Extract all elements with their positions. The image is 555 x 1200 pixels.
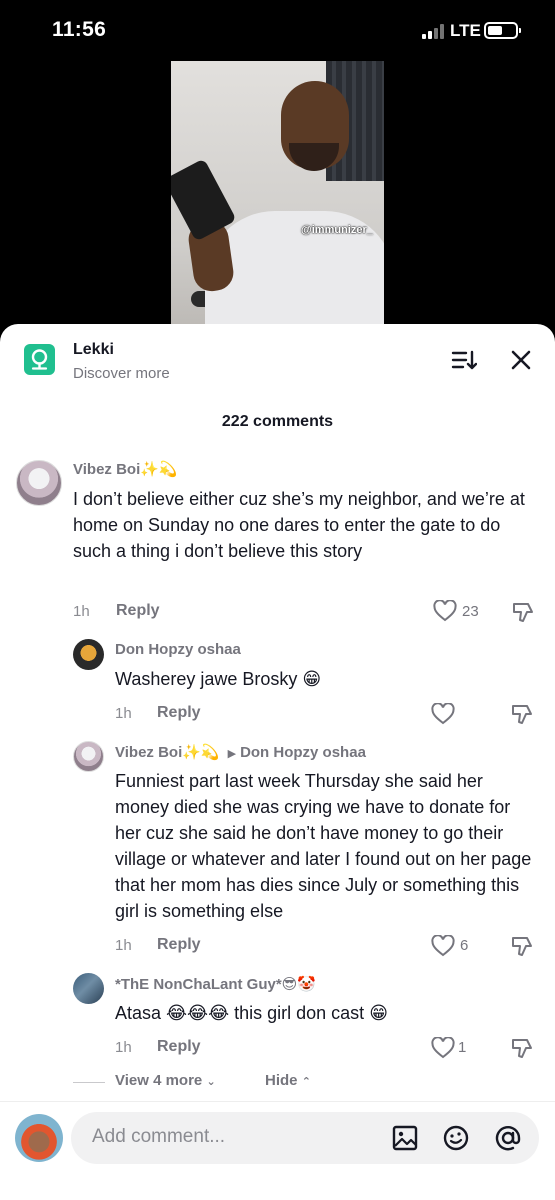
comments-count: 222 comments (221, 413, 334, 430)
dislike-icon[interactable] (510, 934, 534, 958)
reply-text: Washerey jawe Brosky 😁 (115, 669, 322, 689)
reply-header: Vibez Boi✨💫 ▶ Don Hopzy oshaa (115, 743, 366, 761)
avatar[interactable] (15, 1114, 63, 1162)
avatar[interactable] (73, 639, 104, 670)
reply-text: Atasa 😂😂😂 this girl don cast 😁 (115, 1003, 388, 1023)
location-pin-icon[interactable] (24, 344, 55, 375)
comment-text: I don’t believe either cuz she’s my neig… (73, 489, 525, 561)
dislike-icon[interactable] (510, 1036, 534, 1060)
sort-icon[interactable] (451, 349, 477, 371)
reply-to-author[interactable]: Don Hopzy oshaa (240, 744, 366, 761)
location-title[interactable]: Lekki (73, 341, 114, 359)
video-watermark: @immunizer_ (301, 224, 373, 236)
video-thumbnail[interactable]: @immunizer_ (171, 61, 384, 325)
reply-time: 1h (115, 705, 132, 722)
location-subtitle[interactable]: Discover more (73, 365, 170, 382)
close-icon[interactable] (510, 349, 532, 371)
avatar[interactable] (73, 973, 104, 1004)
avatar[interactable] (16, 460, 62, 506)
thread-divider (73, 1082, 105, 1083)
comment-input-placeholder[interactable]: Add comment... (92, 1126, 225, 1148)
reply-button[interactable]: Reply (157, 704, 201, 722)
network-type: LTE (450, 21, 481, 40)
like-heart-icon[interactable] (431, 935, 455, 957)
reply-time: 1h (115, 1039, 132, 1056)
status-bar: 11:56 LTE (0, 0, 555, 60)
signal-icon (422, 24, 446, 39)
like-heart-icon[interactable] (431, 1037, 455, 1059)
comment-time: 1h (73, 603, 90, 620)
emoji-icon[interactable] (442, 1124, 470, 1152)
reply-button[interactable]: Reply (157, 1038, 201, 1056)
mention-icon[interactable] (494, 1124, 522, 1152)
reply-time: 1h (115, 937, 132, 954)
composer-divider (0, 1101, 555, 1102)
comment-author[interactable]: Vibez Boi✨💫 (73, 460, 178, 478)
like-heart-icon[interactable] (433, 600, 457, 622)
reply-button[interactable]: Reply (116, 602, 160, 620)
reply-author[interactable]: *ThE NonChaLant Guy*😎🤡 (115, 975, 316, 993)
battery-icon (484, 22, 521, 39)
status-time: 11:56 (52, 18, 107, 41)
dislike-icon[interactable] (510, 702, 534, 726)
dislike-icon[interactable] (511, 600, 535, 624)
reply-author[interactable]: Don Hopzy oshaa (115, 641, 241, 658)
reply-author[interactable]: Vibez Boi✨💫 (115, 744, 220, 761)
reply-button[interactable]: Reply (157, 936, 201, 954)
view-more-replies-button[interactable]: View 4 more ⌄ (115, 1072, 216, 1089)
hide-label: Hide (265, 1072, 298, 1089)
reply-arrow-icon: ▶ (227, 748, 237, 760)
chevron-down-icon: ⌄ (206, 1076, 216, 1088)
reply-text: Funniest part last week Thursday she sai… (115, 771, 532, 921)
like-count: 1 (458, 1039, 467, 1056)
view-more-label: View 4 more (115, 1072, 203, 1089)
hide-replies-button[interactable]: Hide ⌃ (265, 1072, 311, 1089)
chevron-up-icon: ⌃ (301, 1076, 311, 1088)
like-count: 6 (460, 937, 469, 954)
image-icon[interactable] (391, 1124, 419, 1152)
avatar[interactable] (73, 741, 104, 772)
like-heart-icon[interactable] (431, 703, 455, 725)
like-count: 23 (462, 603, 479, 620)
